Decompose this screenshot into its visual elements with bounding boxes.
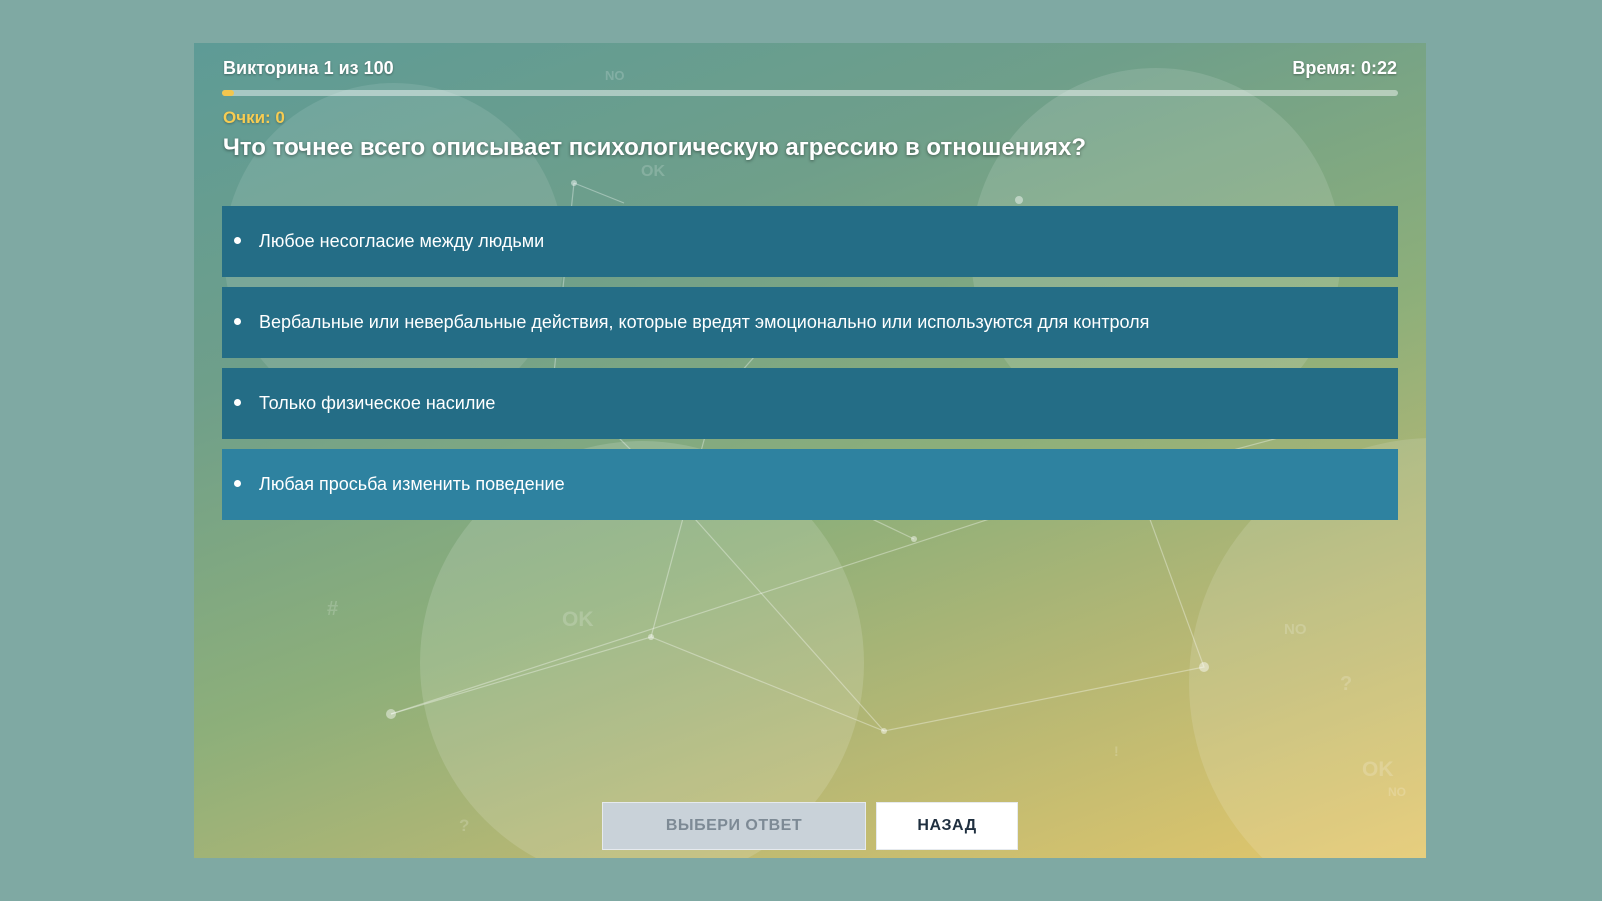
background-word: ? xyxy=(459,816,470,835)
bullet-icon xyxy=(234,237,241,244)
quiz-progress-label: Викторина 1 из 100 xyxy=(223,58,394,78)
background-word: NO xyxy=(605,68,625,83)
answer-label: Любое несогласие между людьми xyxy=(259,231,545,251)
bullet-icon xyxy=(234,480,241,487)
answer-option[interactable]: Любое несогласие между людьми xyxy=(222,206,1398,277)
score-label: Очки: 0 xyxy=(223,108,285,127)
answer-label: Вербальные или невербальные действия, ко… xyxy=(259,312,1150,332)
background-word: ! xyxy=(1114,743,1119,759)
bullet-icon xyxy=(234,318,241,325)
background-word: # xyxy=(327,598,339,620)
answer-list: Любое несогласие между людьми Вербальные… xyxy=(222,206,1398,530)
quiz-stage: NO OK # OK NO ? OK NO ? ! Викторина 1 из… xyxy=(194,43,1426,858)
question-text: Что точнее всего описывает психологическ… xyxy=(223,134,1087,161)
background-word: OK xyxy=(1362,758,1394,781)
background-word: OK xyxy=(641,163,665,180)
answer-label: Любая просьба изменить поведение xyxy=(259,474,565,494)
background-word: NO xyxy=(1388,785,1406,799)
submit-answer-button[interactable]: ВЫБЕРИ ОТВЕТ xyxy=(602,802,866,850)
background-word: OK xyxy=(562,608,594,631)
bullet-icon xyxy=(234,399,241,406)
timer-label: Время: 0:22 xyxy=(1292,58,1397,78)
answer-option[interactable]: Только физическое насилие xyxy=(222,368,1398,439)
answer-option[interactable]: Вербальные или невербальные действия, ко… xyxy=(222,287,1398,358)
progress-bar xyxy=(222,90,1398,96)
answer-option[interactable]: Любая просьба изменить поведение xyxy=(222,449,1398,520)
background-word: NO xyxy=(1284,621,1307,638)
answer-label: Только физическое насилие xyxy=(259,393,496,413)
background-word: ? xyxy=(1340,673,1353,695)
progress-bar-fill xyxy=(222,90,234,96)
back-button[interactable]: НАЗАД xyxy=(876,802,1018,850)
